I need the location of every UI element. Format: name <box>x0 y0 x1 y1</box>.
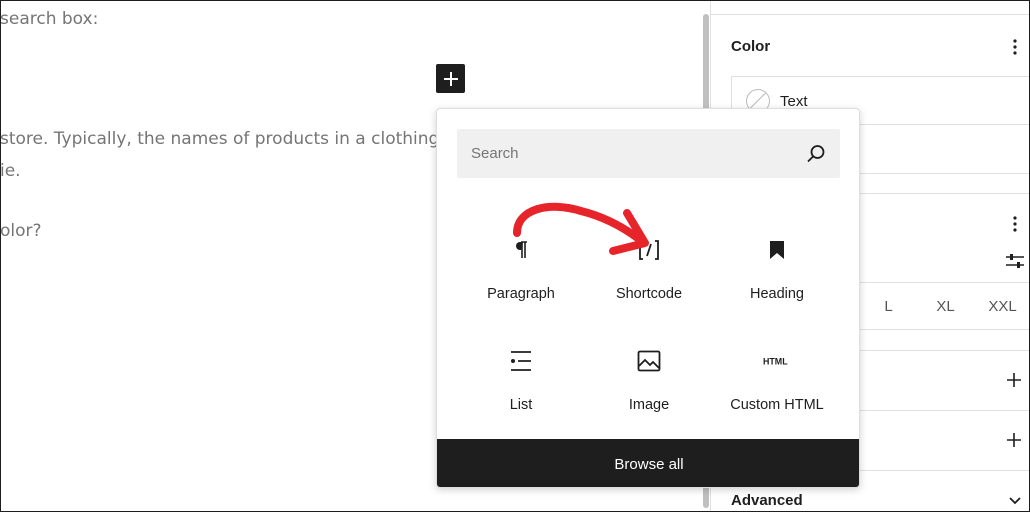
block-image[interactable]: Image <box>585 335 713 435</box>
block-inserter-button[interactable] <box>436 64 465 93</box>
svg-text:HTML: HTML <box>763 357 788 367</box>
font-size-picker: L XL XXL <box>859 282 1030 330</box>
block-inserter-popover: Paragraph Shortcode Heading List Image H… <box>436 108 860 488</box>
block-heading[interactable]: Heading <box>713 224 841 324</box>
font-size-option[interactable]: L <box>860 298 917 315</box>
block-search <box>457 129 840 178</box>
paragraph-text[interactable]: search box: <box>0 9 98 29</box>
paragraph-text[interactable]: olor? <box>0 221 42 241</box>
plus-icon[interactable] <box>1006 432 1022 448</box>
block-custom-html[interactable]: HTML Custom HTML <box>713 335 841 435</box>
font-size-option[interactable]: XXL <box>974 298 1030 315</box>
block-label: Heading <box>749 286 804 302</box>
html-icon: HTML <box>763 347 791 375</box>
annotation-arrow <box>513 202 649 255</box>
font-size-option[interactable]: XL <box>917 298 974 315</box>
settings-sliders-icon <box>1006 254 1024 268</box>
block-list[interactable]: List <box>457 335 585 435</box>
block-label: Image <box>628 397 670 413</box>
block-label: Shortcode <box>615 286 683 302</box>
list-icon <box>507 347 535 375</box>
advanced-panel-toggle[interactable]: Advanced <box>731 492 803 509</box>
typography-options-button[interactable] <box>1005 214 1025 234</box>
paragraph-text[interactable]: store. Typically, the names of products … <box>0 129 471 149</box>
block-search-input[interactable] <box>457 129 797 178</box>
color-panel-title: Color <box>731 38 771 55</box>
chevron-down-icon[interactable] <box>1008 494 1022 508</box>
bookmark-icon <box>763 236 791 264</box>
font-size-custom-button[interactable] <box>1005 251 1025 271</box>
browse-all-button[interactable]: Browse all <box>437 439 859 487</box>
block-label: Paragraph <box>487 286 555 302</box>
sidebar-divider <box>711 14 1030 15</box>
more-vertical-icon <box>1013 39 1017 55</box>
block-label: Custom HTML <box>730 397 824 413</box>
block-label: List <box>509 397 533 413</box>
paragraph-text[interactable]: ie. <box>0 161 21 181</box>
color-options-button[interactable] <box>1005 37 1025 57</box>
more-vertical-icon <box>1013 216 1017 232</box>
plus-icon[interactable] <box>1006 372 1022 388</box>
search-icon <box>807 145 825 163</box>
image-icon <box>635 347 663 375</box>
plus-icon <box>443 71 458 86</box>
